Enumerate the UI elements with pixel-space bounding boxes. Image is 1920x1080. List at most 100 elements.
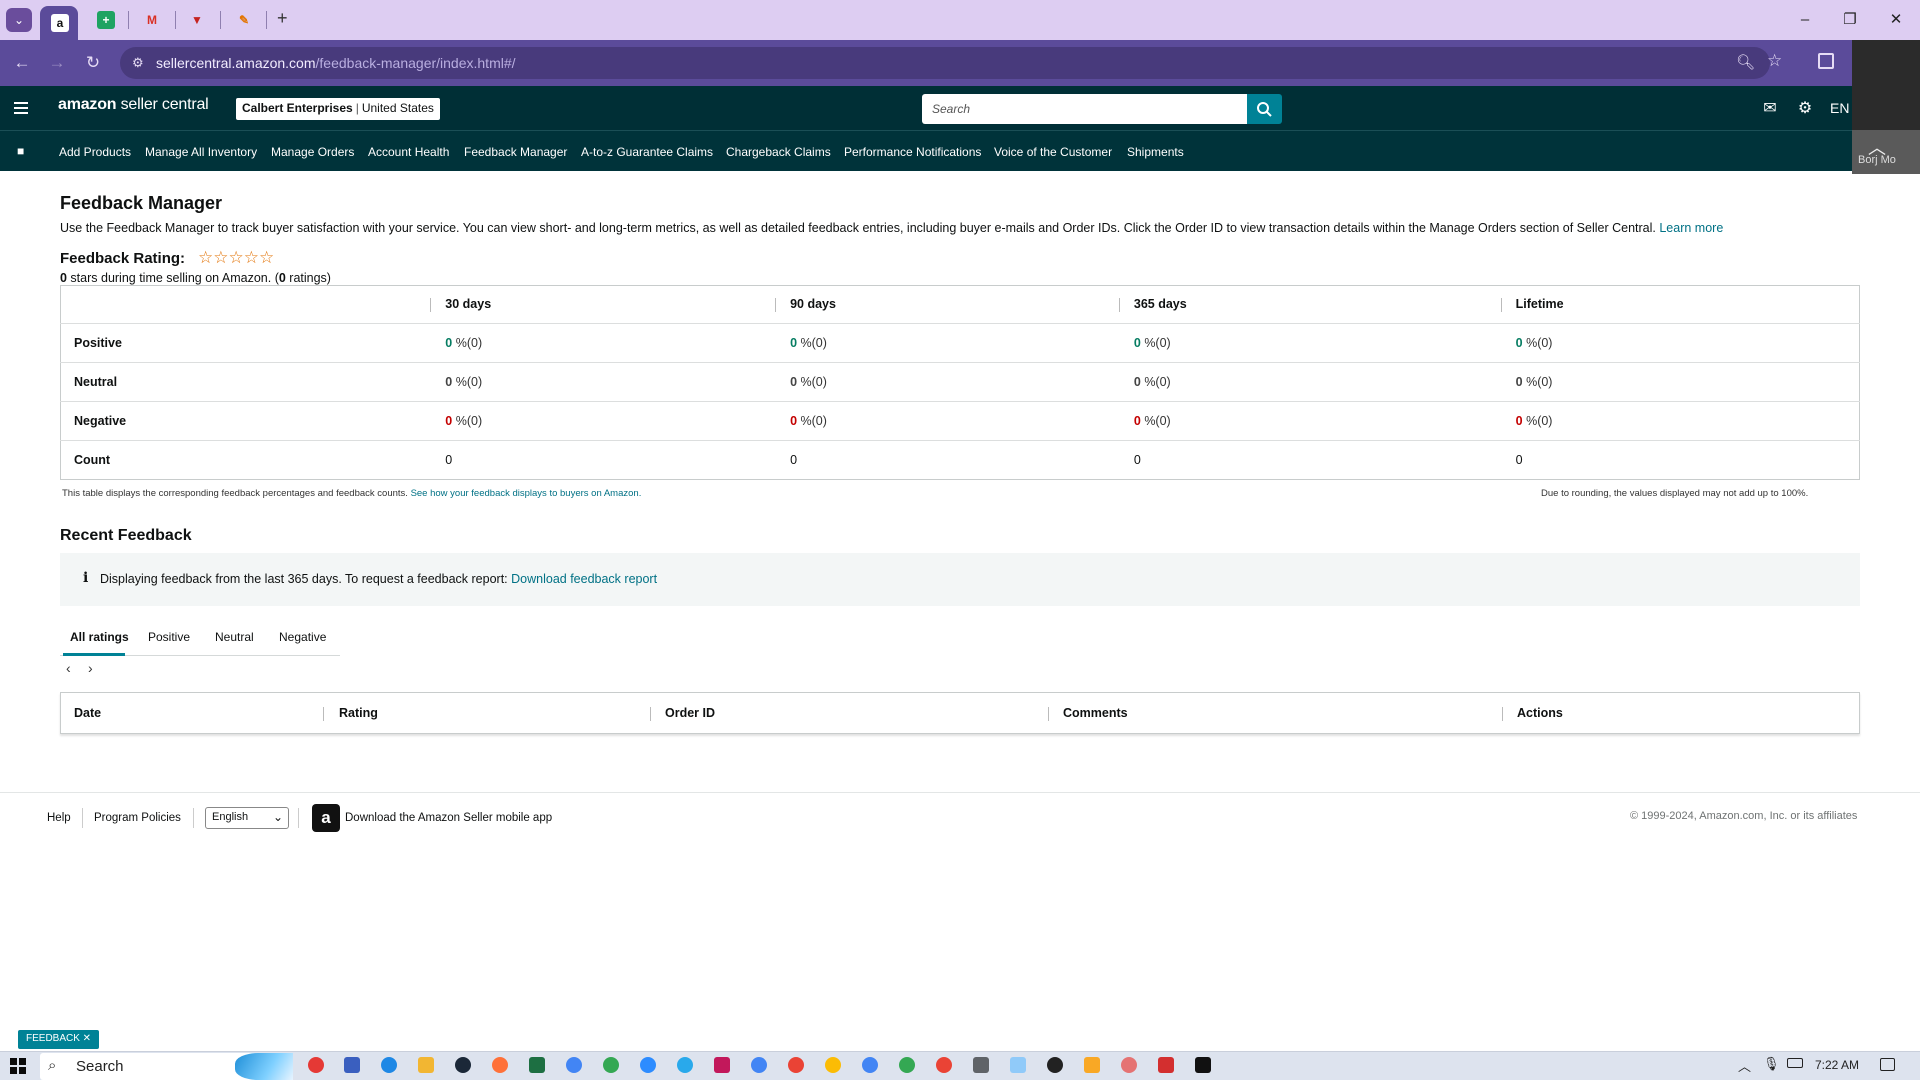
footer-policies-link[interactable]: Program Policies [94,812,181,824]
nav-performance-notifications[interactable]: Performance Notifications [844,145,981,159]
col-rating[interactable]: Rating [339,706,378,720]
side-panel-icon[interactable] [1818,53,1834,69]
settings-gear-icon[interactable]: ⚙ [1794,98,1816,118]
zoom-app-icon[interactable] [640,1057,656,1073]
nav-manage-inventory[interactable]: Manage All Inventory [145,145,257,159]
site-info-icon[interactable]: ⚙ [132,55,144,71]
taskbar-app-icon[interactable] [1121,1057,1137,1073]
taskbar-app-icon[interactable] [344,1057,360,1073]
search-button[interactable] [1247,94,1282,124]
mail-icon[interactable]: ✉ [1759,98,1781,118]
tab-positive[interactable]: Positive [148,630,190,644]
zoom-icon[interactable]: 🔍︎ [1736,53,1755,71]
edge-icon[interactable] [381,1057,397,1073]
taskbar-app-icon[interactable] [1195,1057,1211,1073]
microphone-icon[interactable]: 🎙︎ [1763,1056,1780,1072]
chrome-icon[interactable] [788,1057,804,1073]
table-cell: 0 %(0) [1500,323,1860,363]
footer-help-link[interactable]: Help [47,812,71,824]
table-cell: 0 %(0) [775,362,1119,402]
col-divider [1048,707,1049,721]
nav-feedback-manager[interactable]: Feedback Manager [464,145,567,159]
page-title: Feedback Manager [60,193,223,213]
nav-voice-of-customer[interactable]: Voice of the Customer [994,145,1112,159]
nav-account-health[interactable]: Account Health [368,145,449,159]
nav-chargeback-claims[interactable]: Chargeback Claims [726,145,831,159]
col-order-id[interactable]: Order ID [665,706,715,720]
firefox-icon[interactable] [492,1057,508,1073]
col-divider [323,707,324,721]
taskbar-app-icon[interactable] [1010,1057,1026,1073]
nav-manage-orders[interactable]: Manage Orders [271,145,354,159]
close-window-icon[interactable]: ✕ [1886,10,1906,30]
chrome-icon[interactable] [603,1057,619,1073]
feedback-display-link[interactable]: See how your feedback displays to buyers… [411,488,642,499]
shield-tab-icon[interactable]: ▼ [188,11,206,29]
col-date[interactable]: Date [74,706,101,720]
account-region: United States [361,101,434,115]
mobile-app-link[interactable]: Download the Amazon Seller mobile app [345,812,552,824]
reload-icon[interactable]: ↻ [82,52,104,74]
language-select[interactable]: English ⌄ [205,807,289,829]
chrome-icon[interactable] [862,1057,878,1073]
gmail-tab-icon[interactable]: M [143,11,161,29]
chrome-icon[interactable] [751,1057,767,1073]
excel-icon[interactable] [529,1057,545,1073]
table-cell: 0 %(0) [1118,401,1501,441]
menu-icon[interactable] [14,99,28,117]
battery-icon[interactable] [1787,1058,1803,1068]
tab-negative[interactable]: Negative [279,630,326,644]
forward-icon[interactable]: → [46,52,68,74]
calculator-icon[interactable] [973,1057,989,1073]
sheets-tab-icon[interactable]: + [97,11,115,29]
taskbar-app-icon[interactable] [714,1057,730,1073]
prev-page-icon[interactable]: ‹ [66,660,71,676]
tab-search-dropdown[interactable]: ⌄ [6,8,32,32]
overlay-panel-card[interactable] [1852,130,1920,174]
feedback-button[interactable]: FEEDBACK ✕ [18,1030,100,1049]
nav-add-products[interactable]: Add Products [59,145,131,159]
nav-shipments[interactable]: Shipments [1127,145,1184,159]
tab-all-ratings[interactable]: All ratings [70,630,129,644]
search-highlight-image [235,1053,293,1080]
url-text[interactable]: sellercentral.amazon.com/feedback-manage… [156,55,516,71]
steam-icon[interactable] [455,1057,471,1073]
search-input[interactable]: Search [922,94,1247,124]
back-icon[interactable]: ← [11,52,33,74]
next-page-icon[interactable]: › [88,660,93,676]
col-divider [1502,707,1503,721]
taskbar-app-icon[interactable] [1047,1057,1063,1073]
taskbar-app-icon[interactable] [1158,1057,1174,1073]
restore-icon[interactable]: ❐ [1840,10,1860,30]
download-report-link[interactable]: Download feedback report [511,572,657,586]
seller-central-logo[interactable]: amazon seller central [58,96,209,114]
taskbar-clock[interactable]: 7:22 AM [1815,1058,1859,1072]
language-switcher[interactable]: EN [1830,100,1849,116]
minimize-icon[interactable]: – [1795,10,1815,30]
table-cell: 0 [445,453,453,467]
new-tab-icon[interactable]: + [277,8,288,29]
footer-divider [0,792,1920,793]
amazon-app-icon[interactable]: a [312,804,340,832]
telegram-icon[interactable] [677,1057,693,1073]
file-explorer-icon[interactable] [418,1057,434,1073]
app-tab-icon[interactable]: ✎ [235,11,253,29]
chrome-icon[interactable] [825,1057,841,1073]
bookmark-star-icon[interactable]: ☆ [1767,51,1782,71]
nav-a-to-z-claims[interactable]: A-to-z Guarantee Claims [581,145,713,159]
tab-neutral[interactable]: Neutral [215,630,254,644]
chrome-icon[interactable] [899,1057,915,1073]
chrome-icon[interactable] [566,1057,582,1073]
bookmark-icon[interactable]: ■ [17,144,24,158]
learn-more-link[interactable]: Learn more [1659,221,1723,235]
windows-start-icon[interactable] [10,1058,26,1074]
stars-value: 0 [60,271,67,285]
sticky-notes-icon[interactable] [1084,1057,1100,1073]
account-switcher[interactable]: Calbert Enterprises | United States [236,98,440,120]
chrome-icon[interactable] [936,1057,952,1073]
table-header-empty [60,285,431,324]
taskbar-app-icon[interactable] [308,1057,324,1073]
table-cell: 0 %(0) [430,323,776,363]
notifications-icon[interactable] [1880,1058,1895,1071]
tray-chevron-icon[interactable]: ︿ [1738,1056,1751,1075]
